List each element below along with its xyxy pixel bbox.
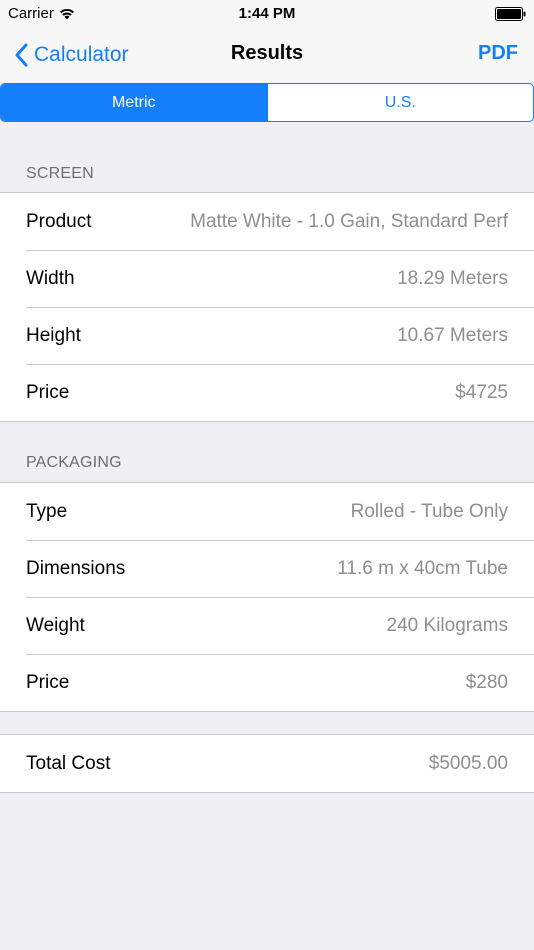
units-segmented-control: Metric U.S. [0,83,534,122]
screen-section-header: SCREEN [26,165,94,182]
total-cost-row: Total Cost $5005.00 [0,735,534,792]
row-value: 11.6 m x 40cm Tube [337,557,508,579]
row-label: Width [26,267,75,289]
navigation-bar: Calculator Results PDF [0,28,534,82]
status-time: 1:44 PM [238,5,296,22]
row-value: $280 [465,671,508,693]
packaging-row-weight: Weight 240 Kilograms [0,597,534,654]
row-label: Type [26,500,68,522]
packaging-row-dimensions: Dimensions 11.6 m x 40cm Tube [0,540,534,597]
row-value: Rolled - Tube Only [350,500,508,522]
packaging-section-header: PACKAGING [26,454,122,471]
segment-us[interactable]: U.S. [266,84,534,121]
row-value: 18.29 Meters [397,267,508,289]
screen-row-price: Price $4725 [0,364,534,421]
total-cost-value: $5005.00 [428,752,508,774]
packaging-group: Type Rolled - Tube Only Dimensions 11.6 … [0,482,534,712]
total-group: Total Cost $5005.00 [0,734,534,793]
segment-metric[interactable]: Metric [1,84,267,121]
row-label: Weight [26,614,85,636]
screen-row-product: Product Matte White - 1.0 Gain, Standard… [0,193,534,250]
screen-row-width: Width 18.29 Meters [0,250,534,307]
row-label: Dimensions [26,557,126,579]
row-label: Price [26,671,70,693]
status-bar: Carrier 1:44 PM [0,0,534,28]
pdf-button[interactable]: PDF [478,42,518,65]
row-value: Matte White - 1.0 Gain, Standard Perf [190,210,508,232]
row-label: Product [26,210,92,232]
packaging-row-price: Price $280 [0,654,534,711]
screen-group: Product Matte White - 1.0 Gain, Standard… [0,192,534,422]
total-cost-label: Total Cost [26,752,111,774]
row-value: 10.67 Meters [397,324,508,346]
battery-icon [495,7,526,21]
screen-row-height: Height 10.67 Meters [0,307,534,364]
row-value: 240 Kilograms [386,614,508,636]
packaging-row-type: Type Rolled - Tube Only [0,483,534,540]
row-label: Price [26,381,70,403]
page-title: Results [230,42,304,64]
row-label: Height [26,324,81,346]
row-value: $4725 [455,381,508,403]
